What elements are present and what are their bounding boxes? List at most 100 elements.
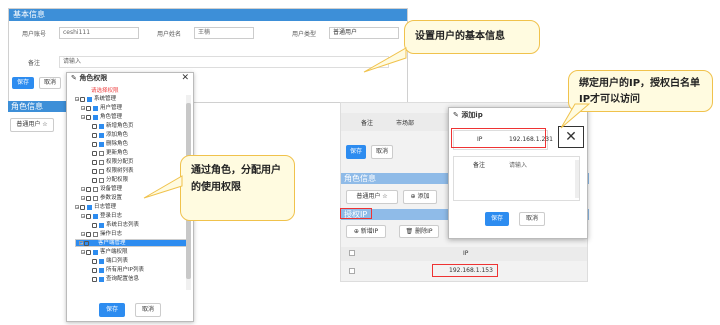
type-select[interactable]: 普通用户 — [329, 27, 399, 39]
expand-toggle-icon[interactable] — [87, 259, 91, 263]
permission-checkbox[interactable] — [99, 177, 104, 183]
expand-toggle-icon[interactable] — [87, 133, 91, 137]
expand-toggle-icon[interactable] — [87, 169, 91, 173]
expand-toggle-icon[interactable]: − — [75, 97, 79, 102]
ip-cancel-button[interactable]: 取消 — [371, 145, 393, 159]
ip-header-checkbox[interactable] — [349, 250, 355, 256]
basic-cancel-button[interactable]: 取消 — [39, 77, 61, 89]
role-dialog-title: ✎ 角色权限 — [67, 73, 193, 84]
expand-toggle-icon[interactable]: − — [79, 241, 83, 246]
permission-checkbox[interactable] — [99, 258, 104, 264]
permission-checkbox[interactable] — [93, 213, 98, 219]
permission-checkbox[interactable] — [99, 222, 104, 228]
permission-checkbox[interactable] — [87, 96, 92, 102]
folder-icon — [92, 267, 97, 273]
expand-toggle-icon[interactable] — [87, 151, 91, 155]
tree-item[interactable]: − 操作日志 — [81, 230, 122, 238]
permission-checkbox[interactable] — [87, 204, 92, 210]
role-dialog-title-text: 角色权限 — [79, 74, 108, 82]
tree-item[interactable]: 查询配置信息 — [87, 275, 139, 283]
folder-icon — [86, 231, 91, 237]
basic-save-button[interactable]: 保存 — [12, 77, 34, 89]
expand-toggle-icon[interactable]: − — [75, 205, 79, 210]
permission-checkbox[interactable] — [99, 132, 104, 138]
permission-checkbox[interactable] — [93, 186, 98, 192]
tree-item[interactable]: 新增角色页 — [87, 122, 134, 130]
permission-checkbox[interactable] — [99, 168, 104, 174]
delete-ip-button[interactable]: 🗑 删除IP — [399, 225, 439, 238]
tree-item[interactable]: 删除角色 — [87, 140, 128, 148]
permission-checkbox[interactable] — [93, 231, 98, 237]
note-input[interactable]: 请输入 — [59, 56, 389, 68]
tree-item-label: 所有用户IP列表 — [106, 267, 144, 273]
ip-dialog-note-input[interactable]: 请输入 — [509, 160, 527, 169]
tree-item[interactable]: − 客户端管理 — [75, 239, 189, 247]
ip-row-checkbox[interactable] — [349, 268, 355, 274]
ip-role-button[interactable]: 普通用户 ☆ — [346, 190, 398, 204]
tree-item-label: 端口列表 — [106, 258, 129, 264]
permission-checkbox[interactable] — [91, 240, 96, 246]
expand-toggle-icon[interactable]: − — [81, 196, 85, 201]
expand-toggle-icon[interactable]: − — [81, 232, 85, 237]
permission-checkbox[interactable] — [99, 267, 104, 273]
expand-toggle-icon[interactable] — [87, 142, 91, 146]
folder-icon — [84, 240, 89, 246]
type-row: 用户类型 普通用户 — [279, 25, 399, 41]
expand-toggle-icon[interactable]: − — [81, 214, 85, 219]
tree-item[interactable]: 添加角色 — [87, 131, 128, 139]
permission-checkbox[interactable] — [99, 159, 104, 165]
role-button[interactable]: 普通用户 ☆ — [10, 118, 54, 132]
account-input[interactable]: ceshi111 — [59, 27, 139, 39]
tree-item[interactable]: 所有用户IP列表 — [87, 266, 144, 274]
expand-toggle-icon[interactable] — [87, 124, 91, 128]
expand-toggle-icon[interactable]: − — [81, 115, 85, 120]
expand-toggle-icon[interactable] — [87, 223, 91, 227]
close-icon[interactable]: ✕ — [181, 73, 189, 83]
tree-item[interactable]: 端口列表 — [87, 257, 128, 265]
permission-checkbox[interactable] — [93, 249, 98, 255]
basic-info-title: 基本信息 — [9, 9, 407, 21]
expand-toggle-icon[interactable] — [87, 160, 91, 164]
tree-item[interactable]: − 日志管理 — [75, 203, 116, 211]
permission-checkbox[interactable] — [99, 276, 104, 282]
tree-item[interactable]: − 客户端权限 — [81, 248, 128, 256]
tree-item[interactable]: − 用户管理 — [81, 104, 122, 112]
tree-item[interactable]: 权限分配页 — [87, 158, 134, 166]
permission-checkbox[interactable] — [99, 141, 104, 147]
tree-item[interactable]: 更新角色 — [87, 149, 128, 157]
expand-toggle-icon[interactable] — [87, 268, 91, 272]
permission-checkbox[interactable] — [99, 123, 104, 129]
permission-checkbox[interactable] — [93, 114, 98, 120]
ip-save-button[interactable]: 保存 — [346, 145, 366, 159]
note-scrollbar[interactable] — [575, 160, 579, 198]
name-input[interactable]: 王楠 — [194, 27, 254, 39]
tree-item[interactable]: − 登录日志 — [81, 212, 122, 220]
account-row: 用户账号 ceshi111 — [9, 25, 139, 41]
tree-item[interactable]: 权限树列表 — [87, 167, 134, 175]
tree-item[interactable]: − 设备管理 — [81, 185, 122, 193]
new-ip-button[interactable]: ⊕ 新增IP — [346, 225, 386, 238]
tree-item[interactable]: − 参数设置 — [81, 194, 122, 202]
tree-item[interactable]: − 角色管理 — [81, 113, 122, 121]
tree-item[interactable]: − 系统管理 — [75, 95, 116, 103]
tree-item[interactable]: 分配权限 — [87, 176, 128, 184]
permission-checkbox[interactable] — [99, 150, 104, 156]
plus-icon: ⊕ — [353, 228, 359, 235]
account-label: 用户账号 — [21, 30, 46, 38]
folder-icon — [92, 150, 97, 156]
expand-toggle-icon[interactable]: − — [81, 187, 85, 192]
expand-toggle-icon[interactable] — [87, 277, 91, 281]
tree-item[interactable]: 系统日志列表 — [87, 221, 139, 229]
expand-toggle-icon[interactable]: − — [81, 106, 85, 111]
ip-value-highlight — [432, 264, 498, 277]
ip-add-role-button[interactable]: ⊕ 添加 — [403, 190, 437, 204]
expand-toggle-icon[interactable]: − — [81, 250, 85, 255]
permission-checkbox[interactable] — [93, 105, 98, 111]
folder-icon — [92, 141, 97, 147]
ip-dialog-cancel-button[interactable]: 取消 — [519, 212, 545, 226]
ip-dialog-save-button[interactable]: 保存 — [485, 212, 509, 226]
expand-toggle-icon[interactable] — [87, 178, 91, 182]
permission-checkbox[interactable] — [93, 195, 98, 201]
role-cancel-button[interactable]: 取消 — [135, 303, 161, 317]
role-save-button[interactable]: 保存 — [99, 303, 125, 317]
